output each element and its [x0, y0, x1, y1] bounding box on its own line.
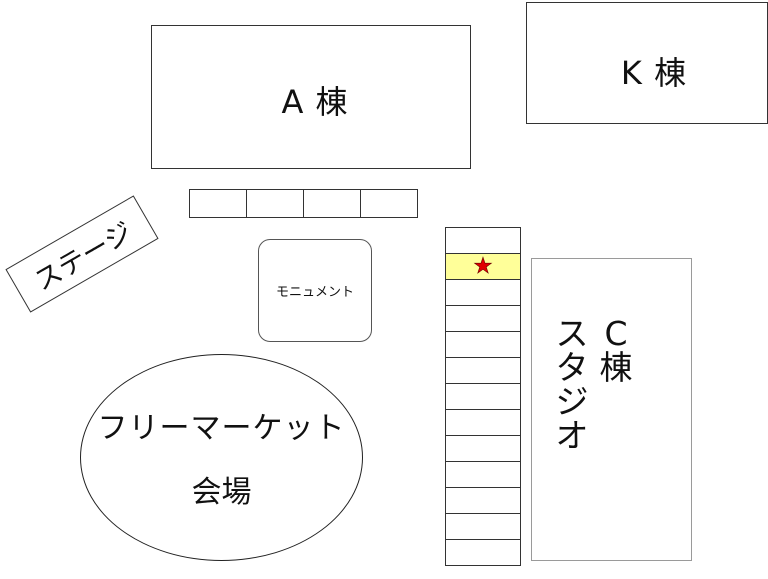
booth: [445, 513, 521, 540]
building-c-label: C 棟: [599, 314, 633, 387]
booth: [445, 539, 521, 566]
stall: [360, 189, 418, 218]
building-a-label: A 棟: [281, 83, 349, 121]
booth: [445, 357, 521, 384]
flea-market-area: フリーマーケット 会場: [80, 354, 363, 561]
booth: [445, 435, 521, 462]
star-icon: ★: [473, 253, 493, 279]
booth: [445, 409, 521, 436]
monument: モニュメント: [258, 239, 372, 342]
venue-label: 会場: [191, 474, 252, 510]
stage-label: ステージ: [29, 216, 138, 297]
building-a: A 棟: [151, 25, 471, 169]
booth-highlighted: ★: [445, 253, 521, 280]
booth: [445, 279, 521, 306]
stall-row: [189, 189, 418, 218]
stall: [189, 189, 247, 218]
booth: [445, 487, 521, 514]
booth: [445, 461, 521, 488]
stage: ステージ: [5, 195, 159, 313]
monument-label: モニュメント: [275, 285, 354, 300]
booth: [445, 383, 521, 410]
booth: [445, 227, 521, 254]
building-k: K 棟: [526, 2, 768, 124]
booth-column: ★: [445, 227, 521, 566]
booth: [445, 331, 521, 358]
stall: [246, 189, 304, 218]
building-k-label: K 棟: [620, 54, 688, 92]
stall: [303, 189, 361, 218]
flea-market-label: フリーマーケット: [97, 410, 346, 446]
booth: [445, 305, 521, 332]
studio-label: ス タ ジ オ: [555, 314, 589, 455]
building-c-studio: ス タ ジ オ C 棟: [531, 258, 692, 561]
